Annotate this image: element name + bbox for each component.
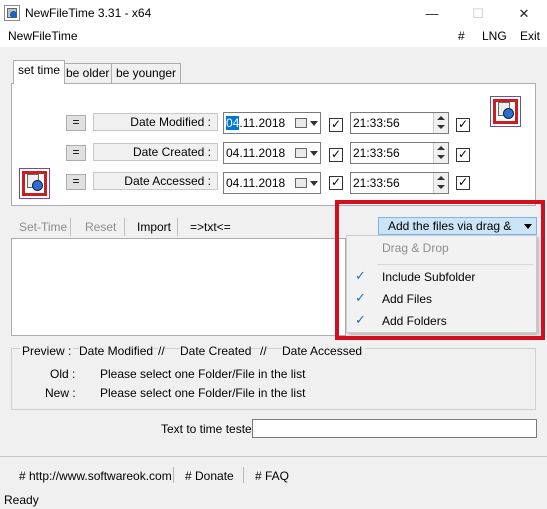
equal-modified-button[interactable]: = bbox=[66, 115, 86, 131]
tab-set-time[interactable]: set time bbox=[13, 60, 66, 84]
spin-up-icon bbox=[437, 146, 445, 150]
spin-up-icon bbox=[437, 176, 445, 180]
calendar-icon bbox=[295, 178, 307, 188]
date-accessed-checkbox[interactable]: ✓ bbox=[329, 176, 343, 190]
old-label: Old : bbox=[50, 367, 76, 381]
date-created-picker[interactable]: 04.11.2018 bbox=[223, 142, 321, 164]
spin-up-icon bbox=[437, 116, 445, 120]
equal-accessed-button[interactable]: = bbox=[66, 174, 86, 190]
menu-exit[interactable]: Exit bbox=[520, 29, 540, 43]
chevron-down-icon bbox=[310, 181, 318, 186]
footer-divider bbox=[0, 456, 547, 457]
new-label: New : bbox=[45, 386, 76, 400]
preview-col-accessed: Date Accessed bbox=[282, 344, 366, 358]
time-modified-checkbox[interactable]: ✓ bbox=[456, 118, 470, 132]
date-modified-picker[interactable]: 04.11.2018 bbox=[223, 112, 321, 134]
reset-button[interactable]: Reset bbox=[85, 220, 116, 234]
donate-link[interactable]: # Donate bbox=[185, 469, 234, 483]
tester-label: Text to time tester bbox=[161, 422, 256, 436]
time-modified-field[interactable]: 21:33:56 bbox=[350, 112, 449, 134]
chevron-down-icon bbox=[310, 121, 318, 126]
date-created-label: Date Created : bbox=[93, 143, 218, 161]
text-to-time-input[interactable] bbox=[252, 419, 537, 438]
toolbar-separator bbox=[124, 218, 125, 236]
maximize-button: ☐ bbox=[472, 6, 484, 21]
app-logo-icon[interactable] bbox=[19, 168, 50, 199]
txt-button[interactable]: =>txt<= bbox=[190, 220, 231, 234]
time-accessed-checkbox[interactable]: ✓ bbox=[456, 176, 470, 190]
app-logo-icon[interactable] bbox=[490, 96, 521, 127]
menu-language[interactable]: LNG bbox=[482, 29, 507, 43]
preview-col-sep: // bbox=[158, 344, 165, 358]
date-accessed-label: Date Accessed : bbox=[93, 172, 218, 190]
window-title: NewFileTime 3.31 - x64 bbox=[25, 6, 152, 20]
time-accessed-field[interactable]: 21:33:56 bbox=[350, 172, 449, 194]
time-spinner[interactable] bbox=[433, 173, 448, 193]
preview-col-modified: Date Modified bbox=[79, 344, 154, 358]
date-text: 04.11.2018 bbox=[226, 176, 286, 190]
date-created-checkbox[interactable]: ✓ bbox=[329, 148, 343, 162]
date-modified-label: Date Modified : bbox=[93, 113, 218, 131]
date-modified-checkbox[interactable]: ✓ bbox=[329, 118, 343, 132]
new-value: Please select one Folder/File in the lis… bbox=[100, 386, 306, 400]
calendar-icon bbox=[295, 118, 307, 128]
faq-link[interactable]: # FAQ bbox=[255, 469, 289, 483]
chevron-down-icon bbox=[310, 151, 318, 156]
minimize-button[interactable]: — bbox=[409, 0, 455, 27]
highlight-box bbox=[335, 200, 545, 340]
status-bar: Ready bbox=[4, 493, 39, 507]
set-time-button[interactable]: Set-Time bbox=[19, 220, 67, 234]
preview-label: Preview : bbox=[20, 344, 74, 358]
preview-col-sep: // bbox=[260, 344, 267, 358]
close-button[interactable]: ✕ bbox=[501, 0, 547, 27]
website-link[interactable]: # http://www.softwareok.com bbox=[19, 469, 172, 483]
time-created-field[interactable]: 21:33:56 bbox=[350, 142, 449, 164]
tab-be-younger[interactable]: be younger bbox=[111, 63, 182, 83]
date-accessed-picker[interactable]: 04.11.2018 bbox=[223, 172, 321, 194]
preview-col-created: Date Created bbox=[180, 344, 252, 358]
time-text: 21:33:56 bbox=[353, 146, 400, 160]
spin-down-icon bbox=[437, 125, 445, 129]
time-spinner[interactable] bbox=[433, 113, 448, 133]
tab-be-older[interactable]: be older bbox=[61, 63, 115, 83]
toolbar-separator bbox=[70, 218, 71, 236]
menu-hash[interactable]: # bbox=[458, 29, 465, 43]
spin-down-icon bbox=[437, 185, 445, 189]
file-list[interactable] bbox=[11, 238, 346, 336]
link-separator bbox=[173, 467, 174, 483]
link-separator bbox=[243, 467, 244, 483]
time-text: 21:33:56 bbox=[353, 116, 400, 130]
time-text: 21:33:56 bbox=[353, 176, 400, 190]
equal-created-button[interactable]: = bbox=[66, 145, 86, 161]
import-button[interactable]: Import bbox=[137, 220, 171, 234]
date-selected-part: 04 bbox=[226, 116, 240, 130]
app-icon bbox=[4, 5, 20, 21]
toolbar-separator bbox=[177, 218, 178, 236]
spin-down-icon bbox=[437, 155, 445, 159]
old-value: Please select one Folder/File in the lis… bbox=[100, 367, 306, 381]
time-created-checkbox[interactable]: ✓ bbox=[456, 148, 470, 162]
time-spinner[interactable] bbox=[433, 143, 448, 163]
date-text: 04.11.2018 bbox=[226, 146, 286, 160]
date-text: .11.2018 bbox=[239, 116, 286, 130]
menu-newfiletime[interactable]: NewFileTime bbox=[8, 29, 78, 43]
calendar-icon bbox=[295, 148, 307, 158]
